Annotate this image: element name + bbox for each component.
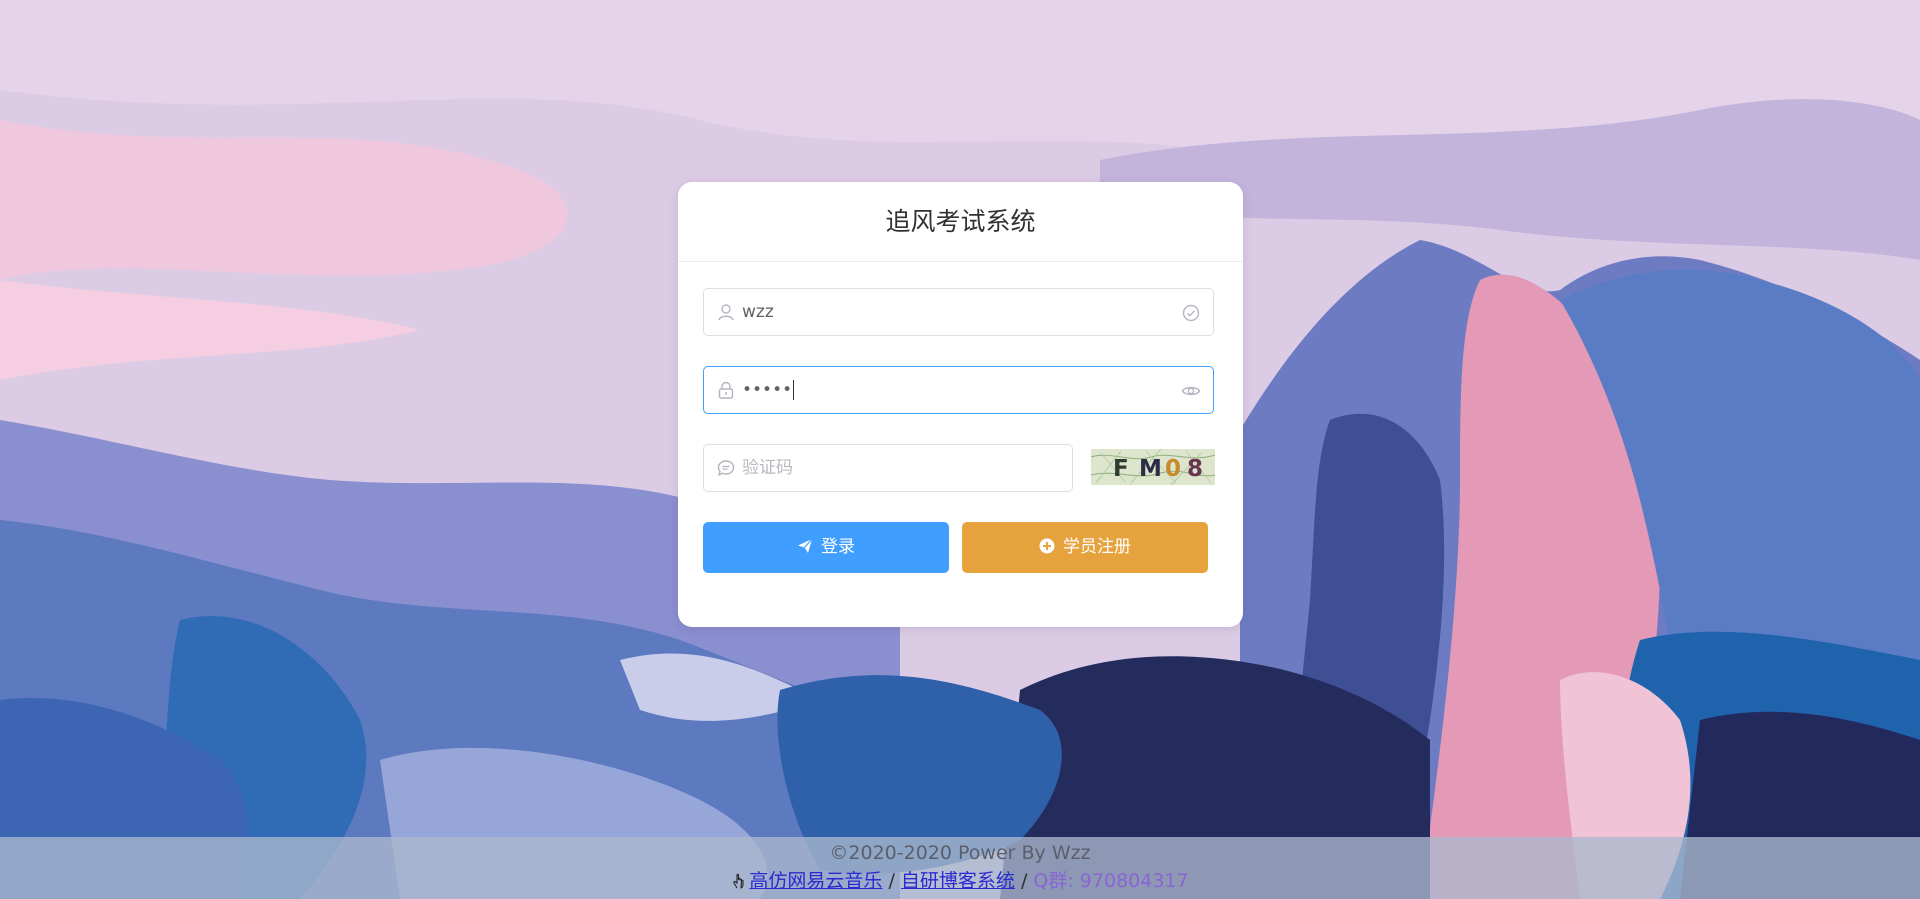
register-label: 学员注册 <box>1063 537 1131 557</box>
register-button[interactable]: 学员注册 <box>962 522 1208 573</box>
blog-project-link[interactable]: 自研博客系统 <box>901 870 1015 892</box>
message-icon <box>717 460 735 476</box>
separator: / <box>1020 870 1028 892</box>
text-cursor <box>793 380 795 400</box>
eye-icon[interactable] <box>1181 381 1201 401</box>
login-card: 追风考试系统 wzz ••••• 验证码 F M 0 8 登录 学员注册 <box>678 182 1243 627</box>
captcha-input[interactable]: 验证码 <box>703 444 1073 492</box>
lock-icon <box>718 381 734 399</box>
captcha-char: F <box>1113 456 1129 482</box>
password-value: ••••• <box>742 380 795 400</box>
captcha-placeholder: 验证码 <box>742 458 793 478</box>
footer: ©2020-2020 Power By Wzz 高仿网易云音乐 / 自研博客系统… <box>0 837 1920 899</box>
send-icon <box>798 538 813 553</box>
login-button[interactable]: 登录 <box>703 522 949 573</box>
user-icon <box>718 304 734 321</box>
page-title: 追风考试系统 <box>678 182 1243 262</box>
login-label: 登录 <box>821 537 855 557</box>
footer-links: 高仿网易云音乐 / 自研博客系统 / Q群: 970804317 <box>0 867 1920 895</box>
music-project-link[interactable]: 高仿网易云音乐 <box>749 870 882 892</box>
check-circle-icon <box>1182 304 1200 322</box>
username-field[interactable]: wzz <box>703 288 1214 336</box>
hand-pointer-icon <box>733 873 744 889</box>
qq-group: Q群: 970804317 <box>1033 870 1189 892</box>
password-field[interactable]: ••••• <box>703 366 1214 414</box>
separator: / <box>888 870 895 892</box>
captcha-char: 0 <box>1165 456 1181 482</box>
captcha-image[interactable]: F M 0 8 <box>1091 449 1215 485</box>
username-value: wzz <box>742 302 774 322</box>
captcha-char: 8 <box>1187 456 1203 482</box>
copyright-text: ©2020-2020 Power By Wzz <box>829 842 1091 864</box>
plus-circle-icon <box>1039 538 1055 554</box>
captcha-char: M <box>1139 456 1162 482</box>
